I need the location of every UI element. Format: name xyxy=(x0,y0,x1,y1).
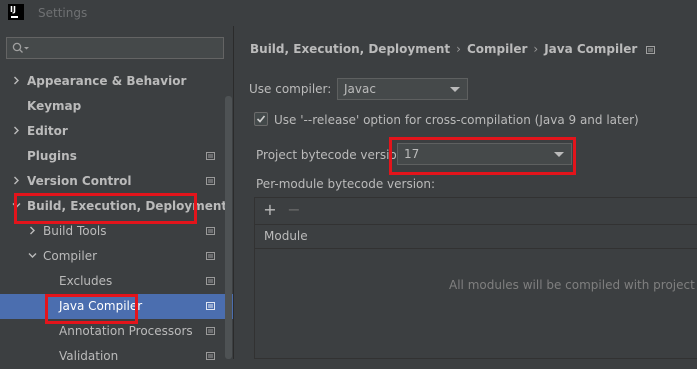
sidebar-item-appearance-behavior[interactable]: Appearance & Behavior xyxy=(0,69,233,94)
module-column-header[interactable]: Module xyxy=(255,225,697,249)
sidebar-item-keymap[interactable]: Keymap xyxy=(0,94,233,119)
project-settings-icon xyxy=(206,177,215,185)
use-compiler-dropdown[interactable]: Javac xyxy=(337,78,468,100)
use-compiler-value: Javac xyxy=(344,82,376,96)
sidebar-item-label: Annotation Processors xyxy=(59,324,193,338)
sidebar-item-java-compiler[interactable]: Java Compiler xyxy=(0,294,233,319)
project-settings-icon xyxy=(206,252,215,260)
minus-icon[interactable]: − xyxy=(286,202,302,218)
project-settings-icon xyxy=(206,227,215,235)
sidebar-item-label: Editor xyxy=(27,124,68,138)
sidebar-item-label: Build, Execution, Deployment xyxy=(27,199,228,213)
chevron-down-icon[interactable] xyxy=(12,201,21,210)
sidebar-item-build-tools[interactable]: Build Tools xyxy=(0,219,233,244)
project-settings-icon xyxy=(206,277,215,285)
breadcrumb-item-java-compiler: Java Compiler xyxy=(544,42,638,56)
sidebar-item-plugins[interactable]: Plugins xyxy=(0,144,233,169)
settings-sidebar: Appearance & Behavior Keymap Editor Plugins… xyxy=(0,26,234,363)
sidebar-item-annotation-processors[interactable]: Annotation Processors xyxy=(0,319,233,344)
search-field[interactable] xyxy=(6,37,224,59)
checkmark-icon xyxy=(256,115,266,123)
intellij-logo-icon: IJ xyxy=(8,4,24,20)
empty-table-message: All modules will be compiled with projec… xyxy=(449,278,697,292)
dropdown-arrow-icon xyxy=(554,152,564,157)
breadcrumb-separator: › xyxy=(456,42,461,56)
title-bar: IJ Settings xyxy=(0,0,697,26)
sidebar-item-label: Java Compiler xyxy=(59,299,143,313)
chevron-right-icon[interactable] xyxy=(12,126,21,135)
chevron-right-icon[interactable] xyxy=(28,226,37,235)
sidebar-item-label: Version Control xyxy=(27,174,132,188)
breadcrumb-separator: › xyxy=(533,42,539,56)
project-settings-icon xyxy=(646,45,656,54)
project-settings-icon xyxy=(206,327,215,335)
sidebar-item-version-control[interactable]: Version Control xyxy=(0,169,233,194)
breadcrumb-item-build[interactable]: Build, Execution, Deployment xyxy=(250,42,450,56)
sidebar-item-label: Appearance & Behavior xyxy=(27,74,187,88)
modules-toolbar: + − xyxy=(255,198,697,225)
sidebar-item-excludes[interactable]: Excludes xyxy=(0,269,233,294)
chevron-down-icon[interactable] xyxy=(28,251,37,260)
use-compiler-label: Use compiler: xyxy=(249,82,332,96)
release-option-label: Use '--release' option for cross-compila… xyxy=(274,113,639,127)
sidebar-item-label: Compiler xyxy=(43,249,98,263)
sidebar-item-build-execution-deployment[interactable]: Build, Execution, Deployment xyxy=(0,194,233,219)
sidebar-item-label: Keymap xyxy=(27,99,82,113)
bytecode-version-dropdown[interactable]: 17 xyxy=(397,143,572,165)
chevron-right-icon[interactable] xyxy=(12,176,21,185)
bytecode-version-label: Project bytecode version xyxy=(256,148,405,162)
sidebar-item-validation[interactable]: Validation xyxy=(0,344,233,369)
sidebar-item-label: Excludes xyxy=(59,274,113,288)
release-option-checkbox[interactable] xyxy=(254,112,268,126)
java-compiler-page: Build, Execution, Deployment › Compiler › Ja… xyxy=(234,26,697,359)
project-settings-icon xyxy=(206,152,215,160)
sidebar-item-label: Plugins xyxy=(27,149,77,163)
plus-icon[interactable]: + xyxy=(262,202,278,218)
bytecode-version-value: 17 xyxy=(404,147,420,161)
breadcrumb-item-compiler[interactable]: Compiler xyxy=(467,42,527,56)
window-title: Settings xyxy=(38,6,88,20)
sidebar-item-compiler[interactable]: Compiler xyxy=(0,244,233,269)
sidebar-item-editor[interactable]: Editor xyxy=(0,119,233,144)
search-icon xyxy=(12,42,29,53)
dropdown-arrow-icon xyxy=(450,87,460,92)
sidebar-item-label: Build Tools xyxy=(43,224,107,238)
sidebar-scrollbar[interactable] xyxy=(225,96,232,359)
sidebar-item-label: Validation xyxy=(59,349,119,363)
modules-table: + − Module All modules will be compiled … xyxy=(254,197,697,359)
project-settings-icon xyxy=(206,302,215,310)
per-module-label: Per-module bytecode version: xyxy=(256,177,436,191)
breadcrumb: Build, Execution, Deployment › Compiler › Ja… xyxy=(250,42,656,56)
chevron-right-icon[interactable] xyxy=(12,76,21,85)
